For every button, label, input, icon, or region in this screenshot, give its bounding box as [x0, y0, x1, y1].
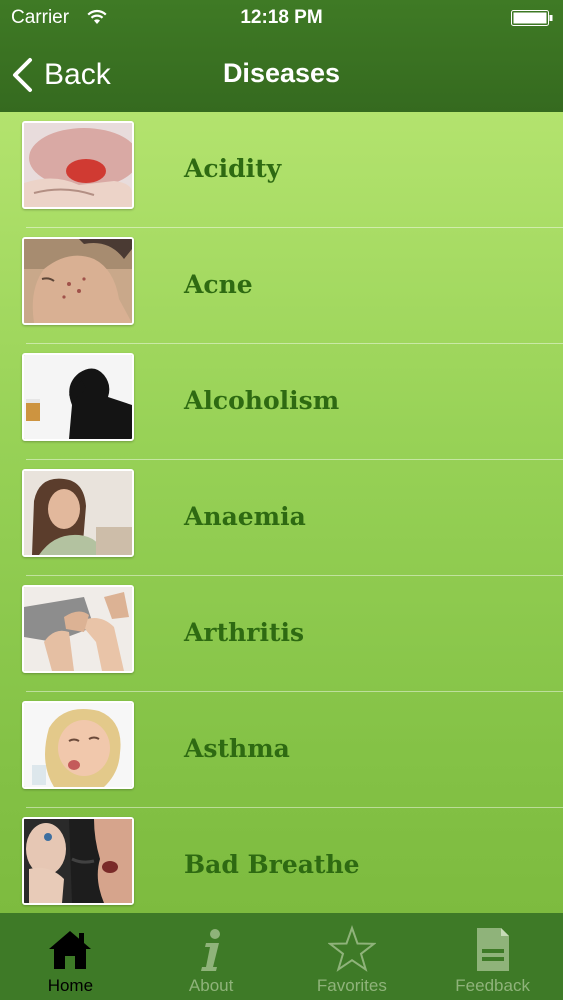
home-icon: [49, 931, 92, 969]
tab-feedback[interactable]: Feedback: [422, 913, 563, 1000]
bad-breath-image: [24, 819, 132, 903]
item-label: Asthma: [184, 734, 290, 763]
acidity-thumbnail: [22, 121, 134, 209]
arthritis-thumbnail: [22, 585, 134, 673]
list-item-acne[interactable]: Acne: [0, 228, 563, 344]
child-coughing-image: [24, 703, 132, 787]
battery-icon: [511, 10, 553, 26]
knee-pain-image: [24, 587, 132, 671]
stomach-pain-image: [24, 123, 132, 207]
list-item-acidity[interactable]: Acidity: [0, 112, 563, 228]
tab-home[interactable]: Home: [0, 913, 141, 1000]
bad-breathe-thumbnail: [22, 817, 134, 905]
header: Carrier 12:18 PM Back Diseases: [0, 0, 563, 112]
item-label: Acne: [184, 270, 253, 299]
item-label: Bad Breathe: [184, 850, 360, 879]
acne-face-image: [24, 239, 132, 323]
tab-label: Favorites: [316, 976, 387, 995]
acne-thumbnail: [22, 237, 134, 325]
disease-list[interactable]: Acidity Acne Alcoholism Anaemia Arthriti…: [0, 112, 563, 913]
tab-favorites[interactable]: Favorites: [282, 913, 423, 1000]
list-item-asthma[interactable]: Asthma: [0, 692, 563, 808]
star-icon: [327, 925, 376, 972]
item-label: Acidity: [184, 154, 282, 183]
anaemia-image: [24, 471, 132, 555]
item-label: Arthritis: [184, 618, 305, 647]
alcoholism-image: [24, 355, 132, 439]
feedback-document-icon: [476, 928, 509, 971]
clock-time: 12:18 PM: [240, 7, 323, 28]
tab-label: About: [188, 976, 234, 995]
anaemia-thumbnail: [22, 469, 134, 557]
tab-label: Feedback: [455, 976, 530, 995]
info-icon: [201, 929, 221, 971]
list-item-alcoholism[interactable]: Alcoholism: [0, 344, 563, 460]
tab-bar: Home About Favorites Feedback: [0, 913, 563, 1000]
asthma-thumbnail: [22, 701, 134, 789]
navigation-bar: Back Diseases: [0, 38, 563, 112]
item-label: Anaemia: [184, 502, 306, 531]
tab-about[interactable]: About: [141, 913, 282, 1000]
tab-label: Home: [47, 976, 94, 995]
list-item-bad-breathe[interactable]: Bad Breathe: [0, 808, 563, 913]
page-title: Diseases: [222, 58, 341, 88]
list-item-arthritis[interactable]: Arthritis: [0, 576, 563, 692]
list-item-anaemia[interactable]: Anaemia: [0, 460, 563, 576]
alcoholism-thumbnail: [22, 353, 134, 441]
item-label: Alcoholism: [184, 386, 340, 415]
status-bar: Carrier 12:18 PM: [0, 0, 563, 38]
